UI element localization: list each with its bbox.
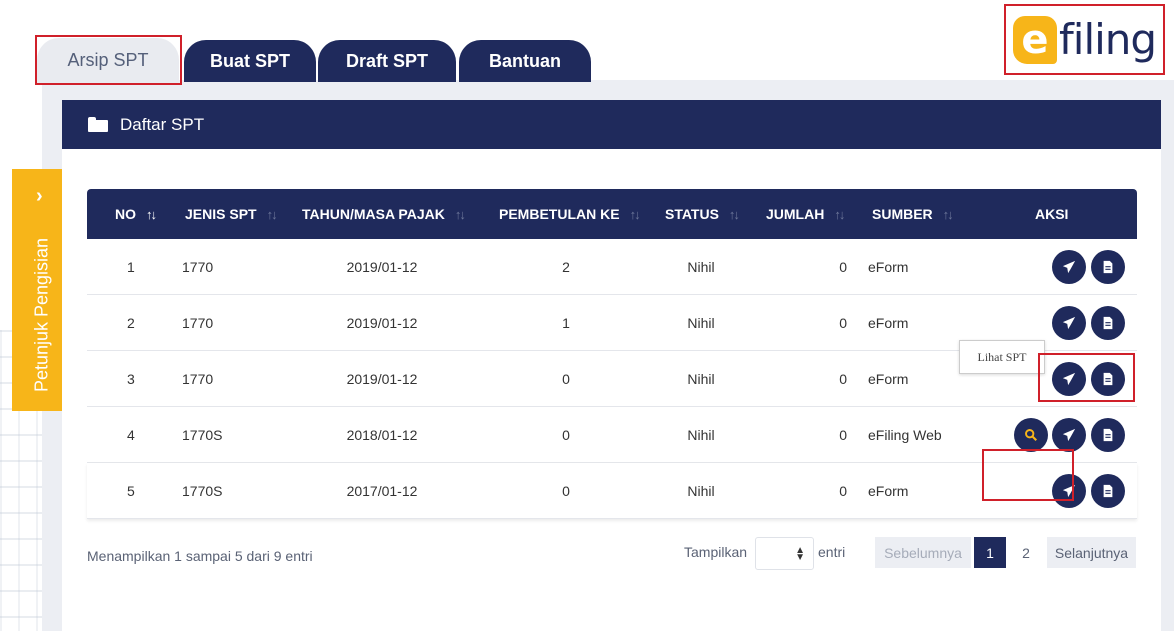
cell-sumber: eFiling Web [868, 427, 942, 443]
length-suffix: entri [818, 544, 846, 560]
header-sumber[interactable]: SUMBER ↑↓ [872, 189, 954, 239]
cell-pembetulan-ke: 1 [562, 315, 570, 331]
cell-tahun-masa-pajak: 2019/01-12 [346, 315, 418, 331]
logo-e-mark: e [1013, 15, 1057, 64]
sort-icon: ↑↓ [266, 206, 278, 222]
cell-jumlah: 0 [839, 483, 847, 499]
send-spt-button[interactable] [1052, 418, 1086, 452]
cell-status: Nihil [687, 315, 715, 331]
card-title: Daftar SPT [120, 114, 205, 134]
cell-status: Nihil [687, 427, 715, 443]
pagination-page-2[interactable]: 2 [1012, 537, 1040, 568]
header-jumlah[interactable]: JUMLAH ↑↓ [766, 189, 845, 239]
document-spt-button[interactable] [1091, 250, 1125, 284]
header-no[interactable]: NO ↑↓ [115, 189, 157, 239]
cell-sumber: eForm [868, 371, 909, 387]
send-spt-button[interactable] [1052, 306, 1086, 340]
table-body: 1 1770 2019/01-12 2 Nihil 0 eForm 2 1770 2019/01-… [87, 239, 1137, 519]
cell-jumlah: 0 [839, 259, 847, 275]
tab-bantuan[interactable]: Bantuan [459, 40, 591, 82]
header-label: JENIS SPT [185, 206, 257, 222]
pagination-next[interactable]: Selanjutnya [1047, 537, 1136, 568]
cell-pembetulan-ke: 0 [562, 427, 570, 443]
chevron-right-icon: › [36, 185, 43, 207]
header-status[interactable]: STATUS ↑↓ [665, 189, 740, 239]
side-tab-label: Petunjuk Pengisian [31, 237, 52, 393]
header-pembetulan-ke[interactable]: PEMBETULAN KE ↑↓ [499, 189, 641, 239]
cell-tahun-masa-pajak: 2019/01-12 [346, 371, 418, 387]
cell-jenis-spt: 1770 [182, 315, 214, 331]
cell-jenis-spt: 1770 [182, 259, 214, 275]
cell-tahun-masa-pajak: 2017/01-12 [346, 483, 418, 499]
cell-tahun-masa-pajak: 2018/01-12 [346, 427, 418, 443]
cell-status: Nihil [687, 259, 715, 275]
document-spt-button[interactable] [1091, 418, 1125, 452]
pagination-previous[interactable]: Sebelumnya [875, 537, 971, 568]
table-row: 1 1770 2019/01-12 2 Nihil 0 eForm [87, 239, 1137, 295]
sort-icon: ↑↓ [834, 206, 845, 222]
send-spt-button[interactable] [1052, 474, 1086, 508]
select-arrows-icon: ▲ ▼ [795, 545, 805, 563]
header-label: SUMBER [872, 206, 933, 222]
cell-sumber: eForm [868, 259, 909, 275]
cell-tahun-masa-pajak: 2019/01-12 [346, 259, 418, 275]
header-aksi: AKSI [1035, 189, 1068, 239]
table-header: NO ↑↓ JENIS SPT ↑↓ TAHUN/MASA PAJAK ↑↓ P… [87, 189, 1137, 239]
tab-draft-spt[interactable]: Draft SPT [318, 40, 456, 82]
sort-icon: ↑↓ [942, 206, 954, 222]
cell-status: Nihil [687, 483, 715, 499]
daftar-spt-card: Daftar SPT NO ↑↓ JENIS SPT ↑↓ TAHUN/MASA… [62, 100, 1161, 631]
document-spt-button[interactable] [1091, 306, 1125, 340]
tab-buat-spt[interactable]: Buat SPT [184, 40, 316, 82]
table-row: 4 1770S 2018/01-12 0 Nihil 0 eFiling Web [87, 407, 1137, 463]
sort-icon: ↑↓ [728, 206, 740, 222]
table-row: 5 1770S 2017/01-12 0 Nihil 0 eForm [87, 463, 1137, 519]
cell-sumber: eForm [868, 315, 909, 331]
cell-no: 2 [127, 315, 135, 331]
logo-text: filing [1059, 15, 1157, 64]
sort-icon: ↑↓ [629, 206, 641, 222]
card-header: Daftar SPT [62, 100, 1161, 149]
cell-jumlah: 0 [839, 427, 847, 443]
cell-jumlah: 0 [839, 371, 847, 387]
table-info: Menampilkan 1 sampai 5 dari 9 entri [87, 548, 313, 564]
folder-icon [88, 117, 108, 132]
cell-pembetulan-ke: 2 [562, 259, 570, 275]
cell-no: 3 [127, 371, 135, 387]
header-label: STATUS [665, 206, 719, 222]
cell-jenis-spt: 1770 [182, 371, 214, 387]
cell-no: 5 [127, 483, 135, 499]
header-label: NO [115, 206, 136, 222]
header-jenis-spt[interactable]: JENIS SPT ↑↓ [185, 189, 278, 239]
header-tahun-masa-pajak[interactable]: TAHUN/MASA PAJAK ↑↓ [302, 189, 466, 239]
lihat-spt-tooltip: Lihat SPT [959, 340, 1045, 374]
cell-status: Nihil [687, 371, 715, 387]
cell-no: 4 [127, 427, 135, 443]
efiling-logo: e filing [1007, 6, 1163, 73]
length-label: Tampilkan [684, 544, 748, 560]
cell-jenis-spt: 1770S [182, 427, 223, 443]
cell-no: 1 [127, 259, 135, 275]
cell-jumlah: 0 [839, 315, 847, 331]
cell-pembetulan-ke: 0 [562, 371, 570, 387]
cell-jenis-spt: 1770S [182, 483, 223, 499]
cell-sumber: eForm [868, 483, 909, 499]
send-spt-button[interactable] [1052, 250, 1086, 284]
sort-asc-icon: ↑↓ [146, 206, 157, 222]
cell-pembetulan-ke: 0 [562, 483, 570, 499]
header-label: AKSI [1035, 206, 1069, 222]
view-spt-button[interactable] [1014, 418, 1048, 452]
sort-icon: ↑↓ [454, 206, 466, 222]
document-spt-button[interactable] [1091, 362, 1125, 396]
header-label: JUMLAH [766, 206, 825, 222]
document-spt-button[interactable] [1091, 474, 1125, 508]
header-label: TAHUN/MASA PAJAK [302, 206, 445, 222]
tab-arsip-spt[interactable]: Arsip SPT [37, 38, 179, 83]
pagination-page-1[interactable]: 1 [974, 537, 1006, 568]
header-label: PEMBETULAN KE [499, 206, 620, 222]
send-spt-button[interactable] [1052, 362, 1086, 396]
entries-select[interactable]: ▲ ▼ [755, 537, 814, 570]
